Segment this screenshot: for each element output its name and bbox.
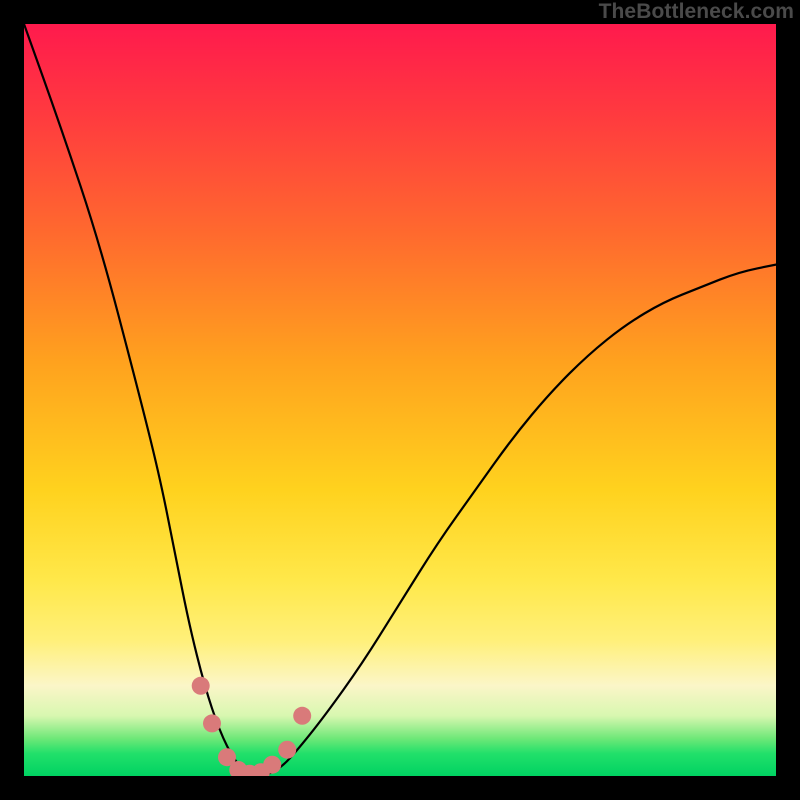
curve-marker [203, 714, 221, 732]
curve-marker [263, 756, 281, 774]
plot-area [24, 24, 776, 776]
curve-markers [192, 677, 312, 776]
curve-marker [293, 707, 311, 725]
curve-marker [278, 741, 296, 759]
chart-frame: TheBottleneck.com [0, 0, 800, 800]
plot-svg [24, 24, 776, 776]
bottleneck-curve [24, 24, 776, 776]
curve-marker [192, 677, 210, 695]
watermark-text: TheBottleneck.com [599, 0, 794, 24]
